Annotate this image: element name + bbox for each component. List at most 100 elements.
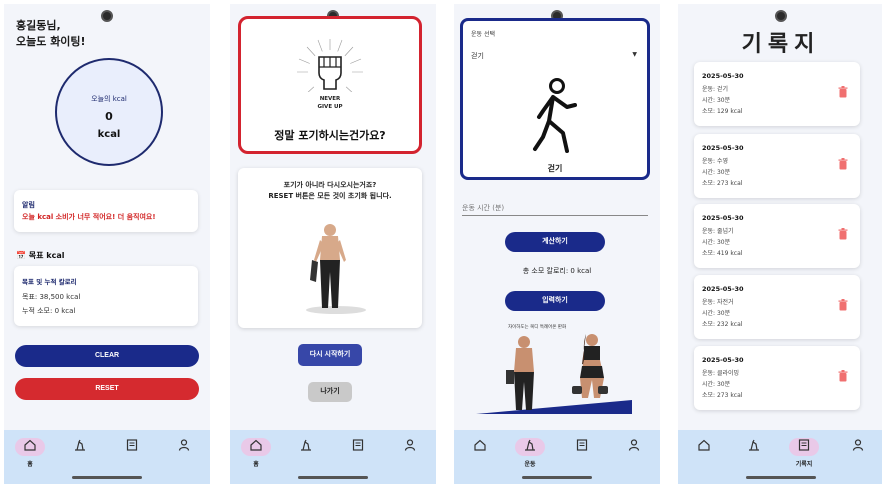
nav-home-pill	[15, 438, 45, 456]
reset-warning-line-2: RESET 버튼은 모든 것이 초기화 됩니다.	[268, 192, 392, 200]
record-icon	[352, 439, 364, 451]
nav-exercise[interactable]	[734, 436, 774, 470]
record-card: 2025-05-30 운동: 수영 시간: 30분 소모: 273 kcal	[694, 134, 860, 198]
nav-exercise-label: 운동	[524, 461, 536, 468]
record-time: 시간: 30분	[702, 310, 731, 317]
nav-profile[interactable]	[838, 436, 878, 470]
camera-cutout	[775, 10, 787, 22]
reset-warning-card: 포기가 아니라 다시오시는거죠? RESET 버튼은 모든 것이 초기화 됩니다…	[238, 168, 422, 328]
nav-profile[interactable]	[390, 436, 430, 470]
record-burn: 소모: 129 kcal	[702, 108, 743, 115]
giveup-card: NEVER GIVE UP 정말 포기하시는건가요?	[238, 16, 422, 154]
nav-record[interactable]	[562, 436, 602, 470]
trash-icon[interactable]	[838, 299, 848, 311]
nav-record[interactable]	[338, 436, 378, 470]
record-icon	[798, 439, 810, 451]
greeting: 홍길동님, 오늘도 화이팅!	[16, 18, 166, 50]
record-exercise: 운동: 클라이밍	[702, 370, 740, 377]
nav-exercise[interactable]	[60, 436, 100, 470]
record-date: 2025-05-30	[702, 356, 744, 364]
trash-icon[interactable]	[838, 158, 848, 170]
reset-button[interactable]: RESET	[15, 378, 199, 400]
bottom-nav: 홈	[4, 430, 210, 484]
exercise-icon	[525, 439, 535, 451]
record-burn: 소모: 419 kcal	[702, 250, 743, 257]
nav-profile[interactable]	[614, 436, 654, 470]
goal-card: 목표 및 누적 칼로리 목표: 38,500 kcal 누적 소모: 0 kca…	[14, 266, 198, 326]
today-kcal-label: 오늘의 kcal	[91, 95, 127, 103]
record-card: 2025-05-30 운동: 자전거 시간: 30분 소모: 232 kcal	[694, 275, 860, 339]
nav-exercise-pill	[515, 438, 545, 456]
record-date: 2025-05-30	[702, 72, 744, 80]
greeting-cheer: 오늘도 화이팅!	[16, 35, 86, 48]
record-date: 2025-05-30	[702, 214, 744, 222]
gesture-bar	[298, 476, 368, 479]
nav-home-label: 홈	[27, 461, 33, 468]
records-screen: 기록지 2025-05-30 운동: 걷기 시간: 30분 소모: 129 kc…	[678, 4, 882, 484]
today-kcal-circle: 오늘의 kcal 0 kcal	[55, 58, 163, 166]
today-kcal-unit: kcal	[97, 129, 121, 140]
profile-icon	[628, 439, 640, 451]
alert-card: 알림 오늘 kcal 소비가 너무 적어요! 더 움직여요!	[14, 190, 198, 232]
total-kcal-text: 총 소모 칼로리: 0 kcal	[522, 267, 592, 275]
nav-exercise[interactable]: 운동	[510, 436, 550, 470]
record-icon	[576, 439, 588, 451]
bottom-nav: 운동	[454, 430, 660, 484]
svg-text:NEVER: NEVER	[320, 96, 341, 102]
trash-icon[interactable]	[838, 370, 848, 382]
record-date: 2025-05-30	[702, 285, 744, 293]
nav-home[interactable]: 홈	[10, 436, 50, 470]
dumbbell-couple-illustration	[476, 334, 632, 414]
record-burn: 소모: 232 kcal	[702, 321, 743, 328]
giveup-screen: NEVER GIVE UP 정말 포기하시는건가요? 포기가 아니라 다시오시는…	[230, 4, 436, 484]
greeting-name: 홍길동님,	[16, 19, 61, 32]
record-time: 시간: 30분	[702, 97, 731, 104]
exercise-select-card: 운동 선택 걷기 ▼ 걷기	[460, 18, 650, 180]
nav-record[interactable]	[112, 436, 152, 470]
home-icon	[474, 439, 486, 451]
records-title: 기록지	[741, 32, 821, 57]
cumulative-kcal: 누적 소모: 0 kcal	[22, 307, 76, 315]
nav-profile[interactable]	[164, 436, 204, 470]
walking-icon	[533, 78, 577, 153]
trash-icon[interactable]	[838, 86, 848, 98]
record-time: 시간: 30분	[702, 169, 731, 176]
nav-record-pill	[789, 438, 819, 456]
clear-button[interactable]: CLEAR	[15, 345, 199, 367]
exercise-time-input[interactable]	[462, 200, 648, 216]
record-time: 시간: 30분	[702, 381, 731, 388]
exercise-select-value: 걷기	[471, 52, 484, 60]
submit-button[interactable]: 입력하기	[505, 291, 605, 311]
nav-record[interactable]: 기록지	[784, 436, 824, 470]
restart-button[interactable]: 다시 시작하기	[298, 344, 362, 366]
svg-text:GIVE UP: GIVE UP	[318, 104, 343, 110]
nav-exercise[interactable]	[286, 436, 326, 470]
record-date: 2025-05-30	[702, 144, 744, 152]
trash-icon[interactable]	[838, 228, 848, 240]
record-card: 2025-05-30 운동: 클라이밍 시간: 30분 소모: 273 kcal	[694, 346, 860, 410]
exercise-icon	[749, 439, 759, 451]
record-burn: 소모: 273 kcal	[702, 180, 743, 187]
record-card: 2025-05-30 운동: 줄넘기 시간: 30분 소모: 419 kcal	[694, 204, 860, 268]
nav-home[interactable]	[460, 436, 500, 470]
exercise-screen: 운동 선택 걷기 ▼ 걷기 계산하기 총 소모 칼로리: 0 kcal 입력하기…	[454, 4, 660, 484]
home-icon	[250, 439, 262, 451]
today-kcal-value: 0	[105, 110, 113, 123]
home-screen: 홍길동님, 오늘도 화이팅! 오늘의 kcal 0 kcal 알림 오늘 kca…	[4, 4, 210, 484]
alert-title: 알림	[22, 201, 35, 209]
exit-button[interactable]: 나가기	[308, 382, 352, 402]
goal-card-title: 목표 및 누적 칼로리	[22, 278, 77, 286]
profile-icon	[178, 439, 190, 451]
exercise-name: 걷기	[547, 164, 563, 173]
nav-home-label: 홈	[253, 461, 259, 468]
exercise-icon	[301, 439, 311, 451]
never-give-up-badge: NEVER GIVE UP	[302, 92, 358, 112]
exercise-select-label: 운동 선택	[471, 31, 495, 38]
bottom-nav: 홈	[230, 430, 436, 484]
goal-kcal: 목표: 38,500 kcal	[22, 293, 81, 301]
calculate-button[interactable]: 계산하기	[505, 232, 605, 252]
profile-icon	[404, 439, 416, 451]
nav-home[interactable]	[684, 436, 724, 470]
nav-home-pill	[241, 438, 271, 456]
nav-home[interactable]: 홈	[236, 436, 276, 470]
